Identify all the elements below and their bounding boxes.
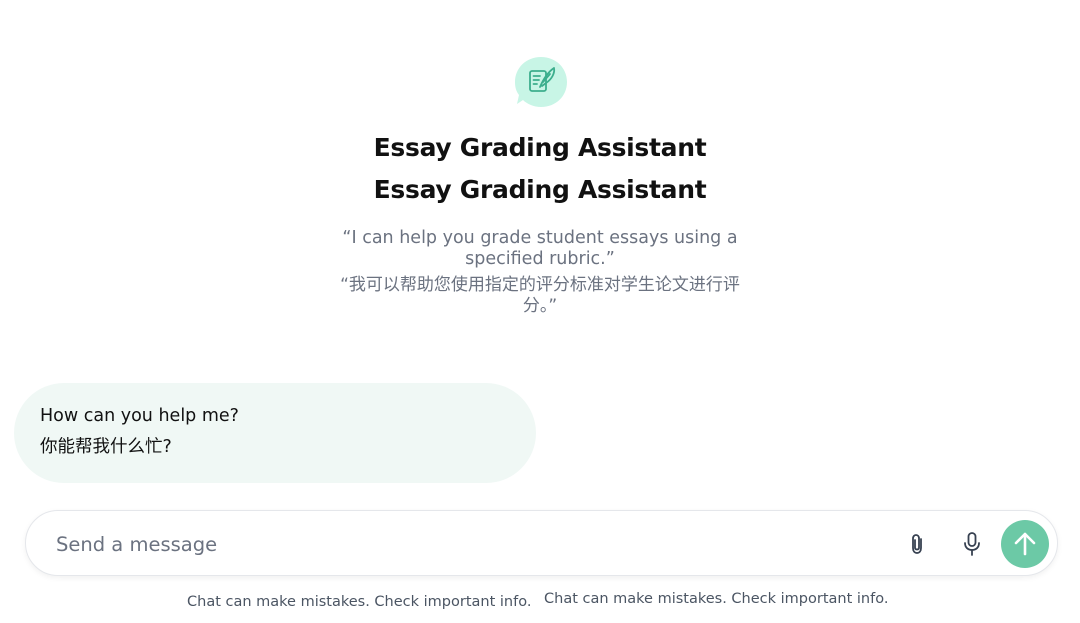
suggestion-bubble[interactable]: How can you help me? 你能帮我什么忙?	[14, 383, 536, 483]
quill-document-icon	[515, 57, 567, 107]
assistant-title-secondary: Essay Grading Assistant	[373, 175, 707, 204]
assistant-avatar	[514, 56, 568, 108]
paperclip-icon	[912, 534, 922, 554]
assistant-description: “I can help you grade student essays usi…	[342, 228, 738, 269]
microphone-button[interactable]	[958, 530, 986, 558]
suggestion-text-zh: 你能帮我什么忙?	[40, 437, 172, 457]
suggestion-text: How can you help me?	[40, 406, 239, 426]
disclaimer-text-secondary: Chat can make mistakes. Check important …	[544, 591, 889, 607]
disclaimer-text: Chat can make mistakes. Check important …	[187, 594, 532, 610]
send-button[interactable]	[1001, 520, 1049, 568]
message-composer	[25, 510, 1058, 576]
assistant-description-zh: “我可以帮助您使用指定的评分标准对学生论文进行评分。”	[340, 275, 740, 316]
assistant-title: Essay Grading Assistant	[373, 133, 707, 162]
arrow-up-icon	[1014, 532, 1036, 556]
message-input[interactable]	[54, 528, 878, 560]
microphone-icon	[964, 532, 980, 556]
attach-button[interactable]	[904, 530, 932, 558]
